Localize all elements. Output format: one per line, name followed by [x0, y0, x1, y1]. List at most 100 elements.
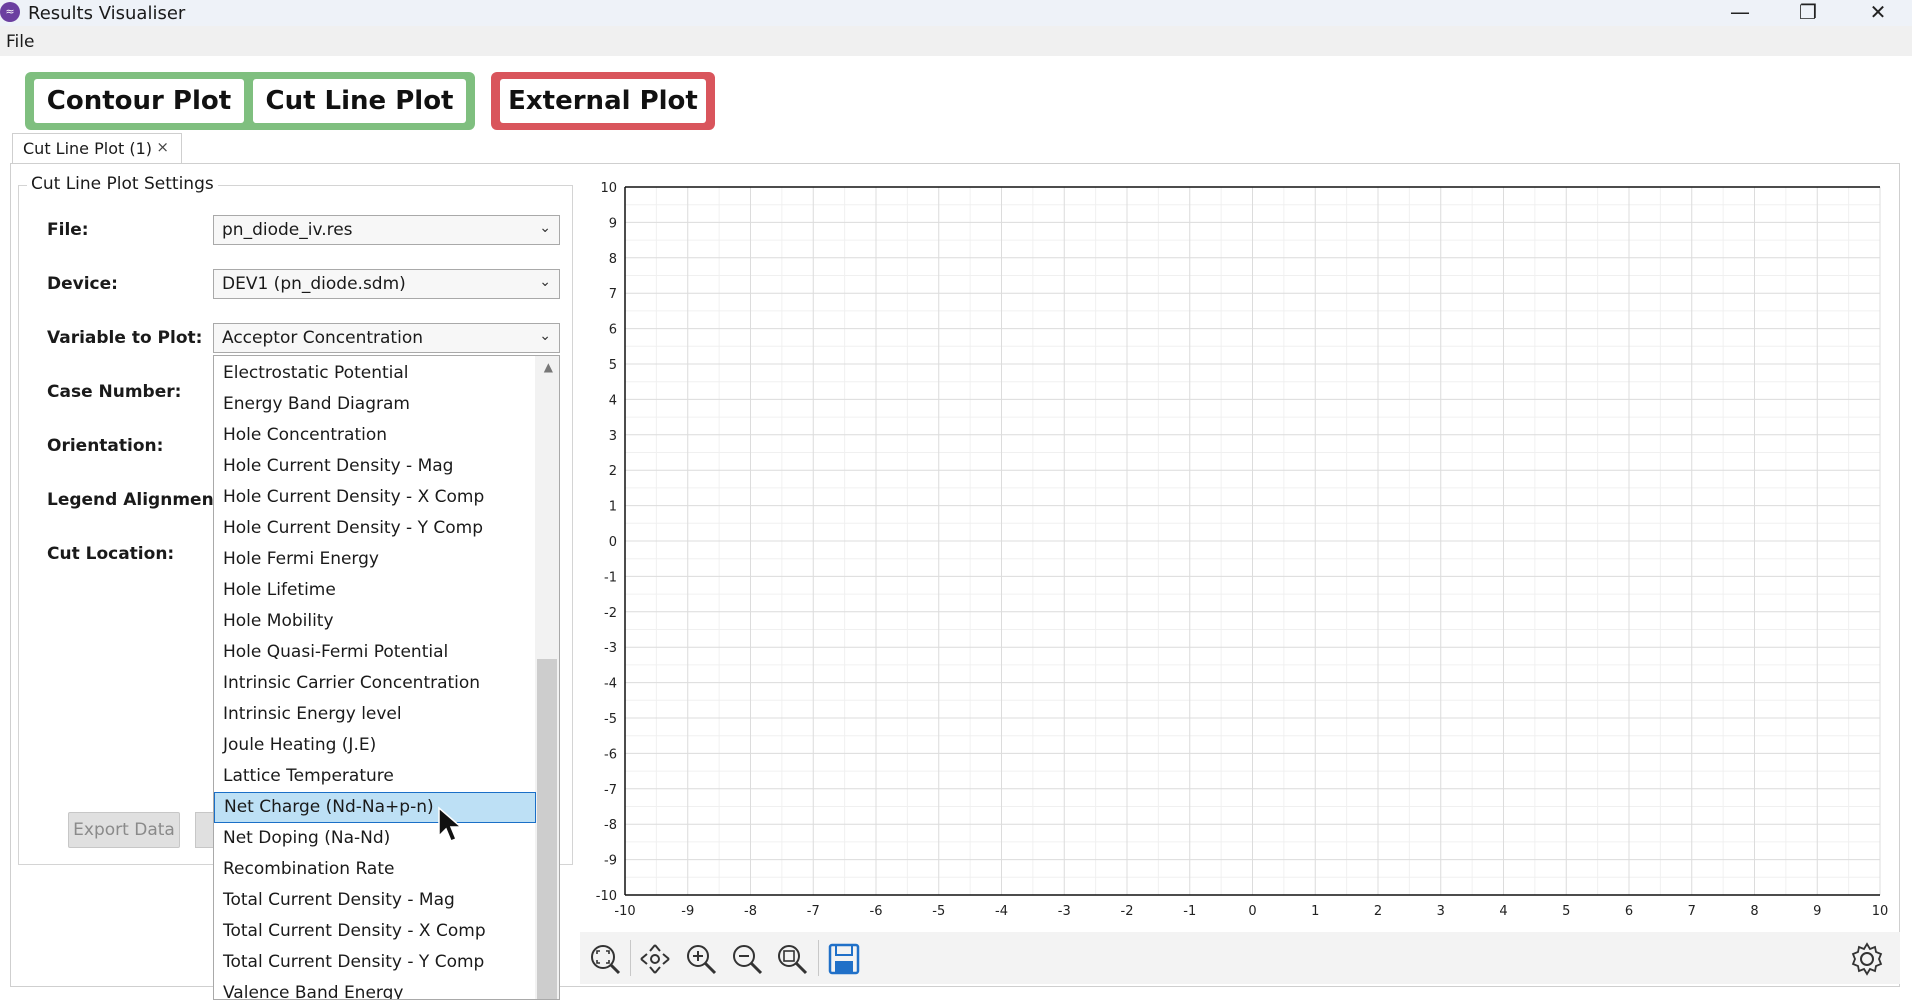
y-tick-label: 8	[609, 252, 617, 267]
zoom-fit-icon[interactable]	[588, 942, 622, 976]
variable-select-value: Acceptor Concentration	[222, 328, 423, 348]
x-tick-label: 7	[1688, 904, 1696, 919]
dropdown-option[interactable]: Net Doping (Na-Nd)	[214, 823, 536, 854]
y-tick-label: -10	[596, 889, 617, 904]
dropdown-option[interactable]: Hole Fermi Energy	[214, 544, 536, 575]
y-tick-label: 10	[600, 181, 617, 196]
dropdown-option[interactable]: Hole Current Density - Mag	[214, 451, 536, 482]
chevron-down-icon: ⌄	[539, 274, 551, 290]
dropdown-option[interactable]: Hole Current Density - Y Comp	[214, 513, 536, 544]
y-tick-label: -6	[604, 747, 617, 762]
scroll-up-icon[interactable]: ▲	[544, 360, 553, 374]
pan-icon[interactable]	[638, 942, 672, 976]
orientation-label: Orientation:	[47, 436, 164, 456]
y-tick-label: -9	[604, 854, 617, 869]
x-tick-label: 6	[1625, 904, 1633, 919]
x-tick-label: -3	[1058, 904, 1071, 919]
chevron-down-icon: ⌄	[539, 328, 551, 344]
dropdown-option[interactable]: Hole Concentration	[214, 420, 536, 451]
dropdown-option[interactable]: Total Current Density - Mag	[214, 885, 536, 916]
tab-close-icon[interactable]: ×	[156, 138, 169, 156]
x-tick-label: -1	[1183, 904, 1196, 919]
menu-bar: File	[0, 26, 1912, 56]
y-tick-label: 5	[609, 358, 617, 373]
chevron-down-icon: ⌄	[539, 220, 551, 236]
y-tick-label: 6	[609, 323, 617, 338]
y-tick-label: 0	[609, 535, 617, 550]
settings-group-title: Cut Line Plot Settings	[27, 174, 218, 194]
variable-select[interactable]: Acceptor Concentration ⌄	[213, 323, 560, 353]
file-select[interactable]: pn_diode_iv.res ⌄	[213, 215, 560, 245]
dropdown-option[interactable]: Net Charge (Nd-Na+p-n)	[214, 792, 536, 823]
toolbar-separator	[630, 940, 631, 976]
legend-alignment-label: Legend Alignment:	[47, 490, 229, 510]
file-label: File:	[47, 220, 89, 240]
dropdown-option[interactable]: Total Current Density - Y Comp	[214, 947, 536, 978]
menu-file[interactable]: File	[6, 32, 34, 52]
zoom-extents-icon[interactable]	[775, 942, 809, 976]
contour-plot-button[interactable]: Contour Plot	[34, 79, 244, 123]
y-tick-label: 9	[609, 216, 617, 231]
y-tick-label: 3	[609, 429, 617, 444]
zoom-in-icon[interactable]	[684, 942, 718, 976]
device-label: Device:	[47, 274, 118, 294]
x-tick-label: -2	[1121, 904, 1134, 919]
dropdown-option[interactable]: Hole Current Density - X Comp	[214, 482, 536, 513]
x-tick-label: -4	[995, 904, 1008, 919]
x-tick-label: 9	[1813, 904, 1821, 919]
y-tick-label: -3	[604, 641, 617, 656]
y-tick-label: 7	[609, 287, 617, 302]
export-data-button[interactable]: Export Data	[68, 812, 180, 848]
title-bar: ≈ Results Visualiser — ❐ ✕	[0, 0, 1912, 26]
save-icon[interactable]	[827, 942, 861, 976]
cut-line-chart[interactable]: -10 -9 -8 -7 -6 -5 -4 -3 -2 -1 0 1 2 3 4 5 6 7 8 9 101098765…	[585, 175, 1895, 925]
dropdown-option[interactable]: Electrostatic Potential	[214, 358, 536, 389]
y-tick-label: -5	[604, 712, 617, 727]
external-plot-button[interactable]: External Plot	[500, 79, 706, 123]
device-select[interactable]: DEV1 (pn_diode.sdm) ⌄	[213, 269, 560, 299]
dropdown-scrollbar[interactable]: ▲	[535, 356, 559, 999]
dropdown-option[interactable]: Lattice Temperature	[214, 761, 536, 792]
x-tick-label: 8	[1750, 904, 1758, 919]
x-tick-label: -7	[807, 904, 820, 919]
x-tick-label: 3	[1437, 904, 1445, 919]
restore-icon[interactable]: ❐	[1778, 0, 1838, 26]
plot-toolbar	[580, 932, 1900, 984]
dropdown-option[interactable]: Valence Band Energy	[214, 978, 536, 999]
dropdown-option[interactable]: Total Current Density - X Comp	[214, 916, 536, 947]
x-tick-label: 2	[1374, 904, 1382, 919]
x-tick-label: 0	[1248, 904, 1256, 919]
variable-dropdown-list[interactable]: ▲ Electrostatic Potential Energy Band Dia…	[213, 355, 560, 1000]
x-tick-label: -5	[932, 904, 945, 919]
toolbar-separator	[818, 940, 819, 976]
dropdown-option[interactable]: Joule Heating (J.E)	[214, 730, 536, 761]
scrollbar-thumb[interactable]	[537, 659, 557, 999]
zoom-out-icon[interactable]	[730, 942, 764, 976]
tab-cut-line-plot[interactable]: Cut Line Plot (1) ×	[12, 133, 182, 163]
y-tick-label: 2	[609, 464, 617, 479]
y-tick-label: 4	[609, 393, 617, 408]
dropdown-option[interactable]: Energy Band Diagram	[214, 389, 536, 420]
file-select-value: pn_diode_iv.res	[222, 220, 353, 240]
cut-line-plot-button[interactable]: Cut Line Plot	[253, 79, 466, 123]
y-tick-label: -4	[604, 677, 617, 692]
x-tick-label: 5	[1562, 904, 1570, 919]
cut-location-label: Cut Location:	[47, 544, 175, 564]
close-icon[interactable]: ✕	[1848, 0, 1908, 26]
x-tick-label: 4	[1499, 904, 1507, 919]
y-tick-label: -1	[604, 570, 617, 585]
variable-label: Variable to Plot:	[47, 328, 203, 348]
dropdown-option[interactable]: Recombination Rate	[214, 854, 536, 885]
dropdown-option[interactable]: Hole Quasi-Fermi Potential	[214, 637, 536, 668]
dropdown-option[interactable]: Hole Mobility	[214, 606, 536, 637]
minimize-icon[interactable]: —	[1710, 0, 1770, 26]
y-tick-label: -8	[604, 818, 617, 833]
dropdown-option[interactable]: Hole Lifetime	[214, 575, 536, 606]
app-logo-icon: ≈	[0, 2, 20, 22]
dropdown-option[interactable]: Intrinsic Energy level	[214, 699, 536, 730]
settings-gear-icon[interactable]	[1850, 942, 1884, 976]
dropdown-option[interactable]: Intrinsic Carrier Concentration	[214, 668, 536, 699]
y-tick-label: -7	[604, 783, 617, 798]
x-tick-label: -9	[681, 904, 694, 919]
x-tick-label: -10	[614, 904, 635, 919]
